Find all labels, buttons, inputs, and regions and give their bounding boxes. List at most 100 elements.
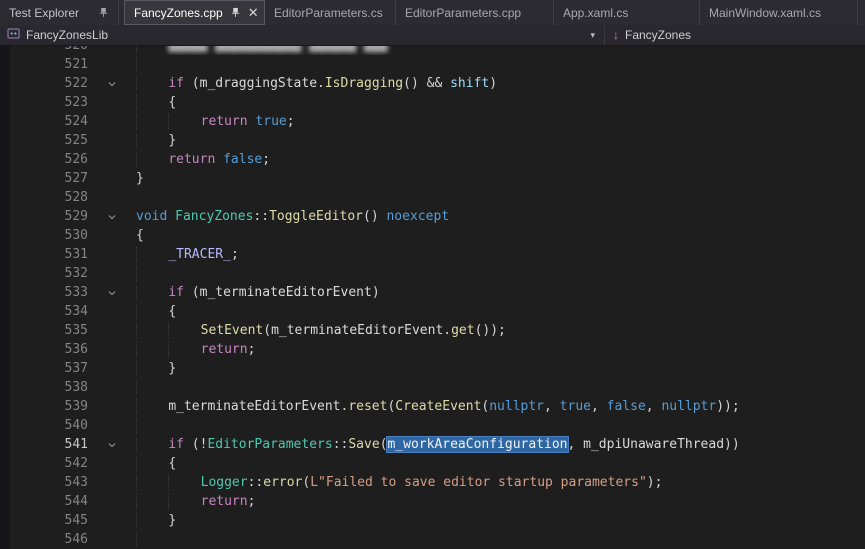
code-text[interactable] [136, 55, 865, 74]
code-text[interactable]: return; [136, 492, 865, 511]
glyph-margin[interactable] [10, 511, 50, 530]
glyph-margin[interactable] [10, 264, 50, 283]
fold-chevron-icon[interactable] [88, 435, 136, 454]
code-line[interactable]: 540 [10, 416, 865, 435]
glyph-margin[interactable] [10, 530, 50, 549]
code-line[interactable]: 527} [10, 169, 865, 188]
fold-chevron-icon[interactable] [88, 207, 136, 226]
tab-app-xaml-cs[interactable]: App.xaml.cs [554, 0, 700, 25]
tab-editorparameters-cpp[interactable]: EditorParameters.cpp [396, 0, 554, 25]
code-line[interactable]: 528 [10, 188, 865, 207]
pin-icon[interactable] [230, 7, 241, 18]
pin-icon[interactable] [98, 7, 109, 18]
code-text[interactable]: m_terminateEditorEvent.reset(CreateEvent… [136, 397, 865, 416]
code-text[interactable]: if (m_terminateEditorEvent) [136, 283, 865, 302]
code-text[interactable]: ▆▇▆▇▆ ▇▆▇▆▇▆▇▆▇▆▇ ▆▇▆▇▆▇ ▆▇▆ [136, 46, 865, 55]
code-line[interactable]: 543 Logger::error(L"Failed to save edito… [10, 473, 865, 492]
code-line[interactable]: 531 _TRACER_; [10, 245, 865, 264]
code-text[interactable]: { [136, 93, 865, 112]
code-text[interactable]: _TRACER_; [136, 245, 865, 264]
tab-fancyzones-cpp[interactable]: FancyZones.cpp ✕ [124, 0, 265, 25]
code-line[interactable]: 538 [10, 378, 865, 397]
code-line[interactable]: 521 [10, 55, 865, 74]
code-text[interactable]: { [136, 226, 865, 245]
code-text[interactable]: return true; [136, 112, 865, 131]
code-line[interactable]: 535 SetEvent(m_terminateEditorEvent.get(… [10, 321, 865, 340]
fold-spacer [88, 378, 136, 397]
code-line[interactable]: 544 return; [10, 492, 865, 511]
code-line[interactable]: 546 [10, 530, 865, 549]
glyph-margin[interactable] [10, 321, 50, 340]
indent-guide [136, 475, 168, 490]
code-text[interactable] [136, 530, 865, 549]
fold-chevron-icon[interactable] [88, 74, 136, 93]
code-text[interactable]: } [136, 169, 865, 188]
code-line[interactable]: 532 [10, 264, 865, 283]
code-text[interactable]: } [136, 359, 865, 378]
code-line[interactable]: 522 if (m_draggingState.IsDragging() && … [10, 74, 865, 93]
close-icon[interactable]: ✕ [248, 6, 259, 19]
glyph-margin[interactable] [10, 454, 50, 473]
glyph-margin[interactable] [10, 283, 50, 302]
glyph-margin[interactable] [10, 416, 50, 435]
glyph-margin[interactable] [10, 473, 50, 492]
code-line[interactable]: 545 } [10, 511, 865, 530]
code-text[interactable]: void FancyZones::ToggleEditor() noexcept [136, 207, 865, 226]
code-line[interactable]: 524 return true; [10, 112, 865, 131]
code-text[interactable]: return false; [136, 150, 865, 169]
code-text[interactable]: { [136, 454, 865, 473]
code-text[interactable]: if (m_draggingState.IsDragging() && shif… [136, 74, 865, 93]
glyph-margin[interactable] [10, 74, 50, 93]
project-dropdown[interactable]: FancyZonesLib ▾ [0, 25, 604, 45]
glyph-margin[interactable] [10, 397, 50, 416]
code-text[interactable] [136, 416, 865, 435]
glyph-margin[interactable] [10, 55, 50, 74]
glyph-margin[interactable] [10, 302, 50, 321]
tab-editorparameters-cs[interactable]: EditorParameters.cs [265, 0, 396, 25]
tab-mainwindow-xaml-cs[interactable]: MainWindow.xaml.cs [700, 0, 858, 25]
code-text[interactable]: } [136, 131, 865, 150]
code-line[interactable]: 541 if (!EditorParameters::Save(m_workAr… [10, 435, 865, 454]
code-text[interactable] [136, 378, 865, 397]
line-number: 534 [50, 302, 88, 321]
glyph-margin[interactable] [10, 150, 50, 169]
code-line[interactable]: 534 { [10, 302, 865, 321]
glyph-margin[interactable] [10, 245, 50, 264]
code-line[interactable]: 520 ▆▇▆▇▆ ▇▆▇▆▇▆▇▆▇▆▇ ▆▇▆▇▆▇ ▆▇▆ [10, 46, 865, 55]
glyph-margin[interactable] [10, 378, 50, 397]
code-line[interactable]: 523 { [10, 93, 865, 112]
code-text[interactable]: Logger::error(L"Failed to save editor st… [136, 473, 865, 492]
code-line[interactable]: 542 { [10, 454, 865, 473]
glyph-margin[interactable] [10, 492, 50, 511]
code-text[interactable]: return; [136, 340, 865, 359]
glyph-margin[interactable] [10, 46, 50, 55]
glyph-margin[interactable] [10, 112, 50, 131]
glyph-margin[interactable] [10, 359, 50, 378]
glyph-margin[interactable] [10, 340, 50, 359]
code-line[interactable]: 539 m_terminateEditorEvent.reset(CreateE… [10, 397, 865, 416]
code-text[interactable]: { [136, 302, 865, 321]
code-text[interactable] [136, 188, 865, 207]
glyph-margin[interactable] [10, 435, 50, 454]
tool-tab-test-explorer[interactable]: Test Explorer [0, 0, 119, 25]
code-text[interactable]: } [136, 511, 865, 530]
selected-text[interactable]: m_workAreaConfiguration [387, 437, 567, 452]
glyph-margin[interactable] [10, 169, 50, 188]
fold-chevron-icon[interactable] [88, 283, 136, 302]
code-text[interactable]: if (!EditorParameters::Save(m_workAreaCo… [136, 435, 865, 454]
code-line[interactable]: 530{ [10, 226, 865, 245]
code-text[interactable]: SetEvent(m_terminateEditorEvent.get()); [136, 321, 865, 340]
glyph-margin[interactable] [10, 93, 50, 112]
code-text[interactable] [136, 264, 865, 283]
glyph-margin[interactable] [10, 226, 50, 245]
member-dropdown[interactable]: ↓ FancyZones [605, 25, 865, 45]
code-line[interactable]: 533 if (m_terminateEditorEvent) [10, 283, 865, 302]
code-line[interactable]: 529void FancyZones::ToggleEditor() noexc… [10, 207, 865, 226]
code-line[interactable]: 537 } [10, 359, 865, 378]
code-line[interactable]: 525 } [10, 131, 865, 150]
glyph-margin[interactable] [10, 188, 50, 207]
glyph-margin[interactable] [10, 131, 50, 150]
code-line[interactable]: 526 return false; [10, 150, 865, 169]
code-line[interactable]: 536 return; [10, 340, 865, 359]
glyph-margin[interactable] [10, 207, 50, 226]
